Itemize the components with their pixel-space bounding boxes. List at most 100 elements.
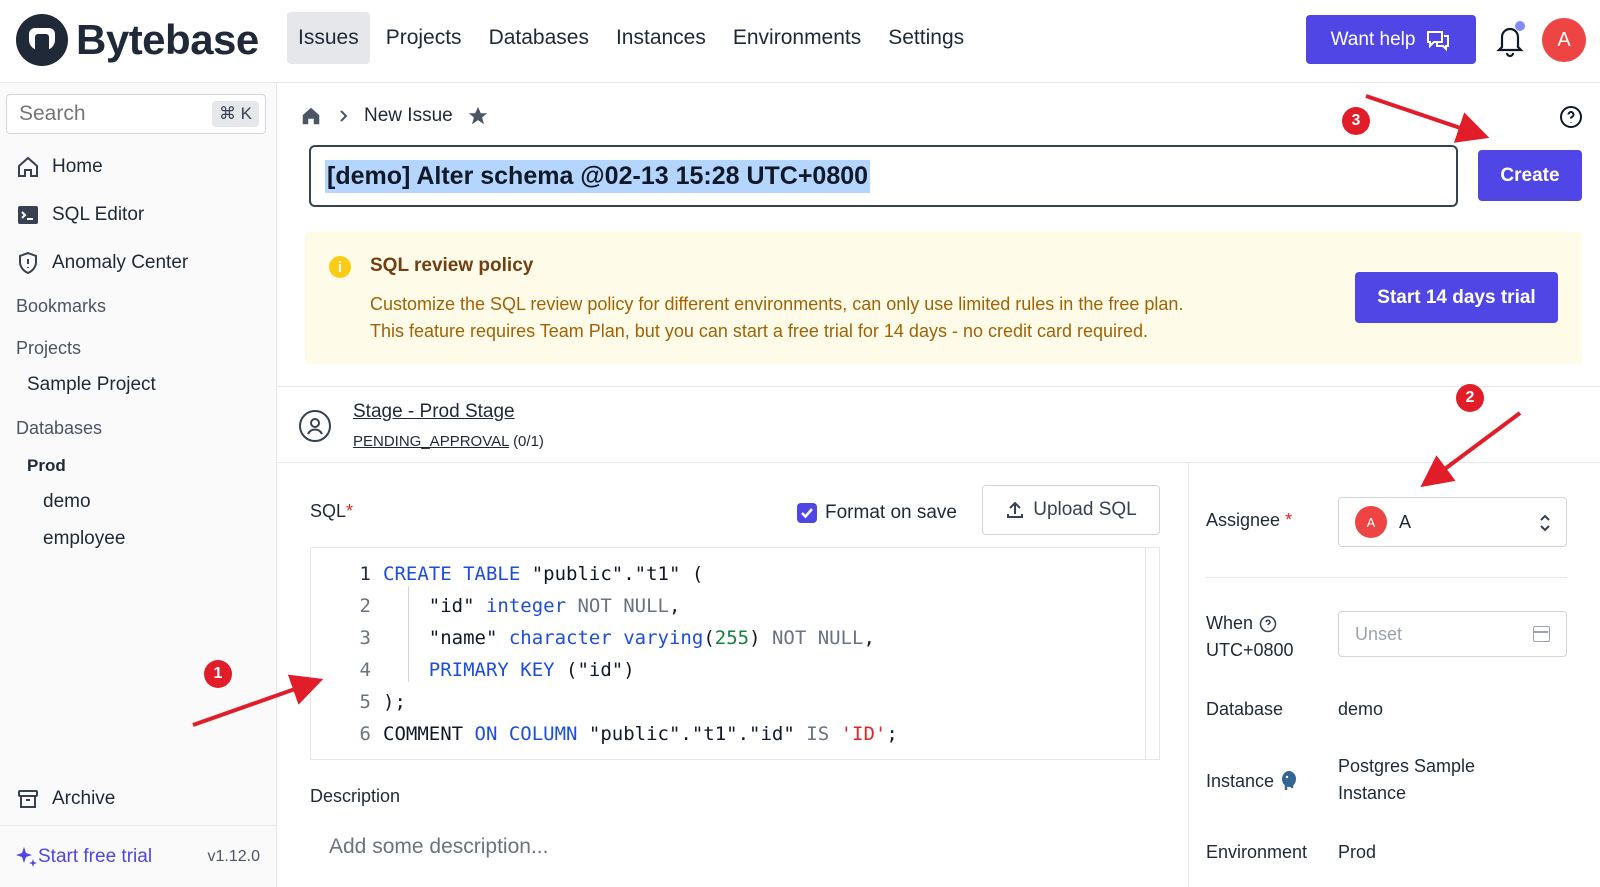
assignee-label-text: Assignee (1206, 510, 1281, 530)
stage-title-link[interactable]: Stage - Prod Stage (353, 401, 515, 423)
code-token: PRIMARY KEY (428, 659, 555, 681)
nav-databases[interactable]: Databases (478, 12, 600, 64)
sidebar-env-prod[interactable]: Prod (27, 456, 66, 476)
nav-issues[interactable]: Issues (287, 12, 370, 64)
issue-title-text: [demo] Alter schema @02-13 15:28 UTC+080… (325, 159, 871, 193)
sidebar-item-home[interactable]: Home (16, 155, 103, 179)
when-timezone: UTC+0800 (1206, 640, 1294, 660)
when-placeholder: Unset (1355, 623, 1403, 644)
start-free-trial-label: Start free trial (38, 846, 153, 867)
star-icon[interactable] (467, 105, 489, 127)
code-token: "name" (383, 627, 509, 649)
breadcrumb: New Issue (300, 105, 503, 127)
code-token: 'ID' (840, 723, 887, 745)
sidebar-db-demo[interactable]: demo (43, 491, 91, 513)
search-input[interactable] (19, 102, 199, 126)
banner-title: SQL review policy (370, 255, 534, 276)
bytebase-logo[interactable]: Bytebase (16, 14, 259, 66)
sidebar-item-anomaly-center[interactable]: Anomaly Center (16, 251, 188, 275)
divider (277, 386, 1600, 387)
code-token: "public"."t1"."id" (577, 723, 807, 745)
code-text: PRIMARY KEY ("id") (383, 654, 635, 686)
sidebar: ⌘ K Home SQL Editor Anomaly Center Bookm… (0, 83, 277, 887)
code-token: "id" (383, 595, 486, 617)
shield-icon (19, 251, 37, 275)
code-text: "id" integer NOT NULL, (383, 590, 681, 622)
issue-title-input[interactable]: [demo] Alter schema @02-13 15:28 UTC+080… (309, 145, 1458, 207)
sidebar-item-sql-editor[interactable]: SQL Editor (16, 203, 144, 227)
sql-editor[interactable]: 1 CREATE TABLE "public"."t1" (2 "id" inte… (310, 547, 1160, 760)
create-button[interactable]: Create (1478, 150, 1582, 201)
when-label: When (1206, 613, 1277, 634)
panel-divider (1188, 463, 1189, 887)
question-icon[interactable] (1559, 105, 1583, 129)
code-token: ); (383, 691, 406, 713)
calendar-icon (1533, 626, 1550, 642)
start-free-trial-link[interactable]: Start free trial (14, 845, 152, 869)
code-token: character varying (508, 627, 704, 649)
instance-value-line-2[interactable]: Instance (1338, 783, 1406, 804)
code-token: 255 (714, 627, 750, 649)
assignee-label: Assignee * (1206, 510, 1292, 531)
main-nav: Issues Projects Databases Instances Envi… (287, 12, 980, 64)
chevron-updown-icon (1540, 514, 1550, 532)
assignee-name: A (1399, 511, 1412, 532)
line-number: 2 (359, 595, 371, 617)
search-box[interactable]: ⌘ K (6, 94, 266, 134)
required-mark: * (346, 501, 354, 521)
format-on-save-label: Format on save (825, 502, 957, 523)
nav-projects[interactable]: Projects (375, 12, 473, 64)
logo-icon (16, 14, 68, 66)
sidebar-item-label: Archive (52, 788, 116, 809)
assignee-select[interactable]: A A (1338, 497, 1567, 547)
info-icon: i (329, 256, 351, 278)
annotation-marker-2: 2 (1456, 384, 1484, 412)
question-icon[interactable] (1259, 615, 1277, 633)
description-input[interactable]: Add some description... (329, 835, 548, 859)
sidebar-item-label: Anomaly Center (52, 252, 189, 273)
database-value[interactable]: demo (1338, 699, 1383, 720)
user-avatar[interactable]: A (1542, 18, 1586, 62)
want-help-button[interactable]: Want help (1306, 15, 1476, 64)
nav-instances[interactable]: Instances (605, 12, 717, 64)
nav-settings[interactable]: Settings (877, 12, 975, 64)
format-on-save-toggle[interactable]: Format on save (797, 502, 957, 524)
start-trial-button[interactable]: Start 14 days trial (1355, 272, 1558, 323)
app-version: v1.12.0 (207, 848, 260, 865)
home-icon[interactable] (300, 105, 322, 127)
code-token: IS (806, 723, 830, 745)
divider (1206, 577, 1567, 578)
code-text: "name" character varying(255) NOT NULL, (383, 622, 875, 654)
code-token: COMMENT (383, 723, 475, 745)
chevron-right-icon (340, 110, 348, 122)
code-token: NOT NULL (771, 627, 864, 649)
code-text: ); (383, 686, 406, 718)
bell-icon[interactable] (1494, 20, 1526, 58)
database-label: Database (1206, 699, 1284, 719)
upload-icon (1007, 501, 1024, 518)
code-token: , (668, 595, 681, 617)
sidebar-project-item[interactable]: Sample Project (27, 374, 156, 396)
chat-icon (1427, 30, 1450, 51)
editor-scrollbar[interactable] (1145, 548, 1146, 759)
divider (277, 462, 1600, 463)
stage-status-label[interactable]: PENDING_APPROVAL (353, 433, 509, 450)
sql-label: SQL* (310, 501, 353, 522)
check-icon (801, 508, 813, 519)
stage-progress: (0/1) (513, 433, 544, 450)
bookmarks-heading: Bookmarks (16, 296, 107, 316)
sparkle-icon (16, 847, 37, 867)
environment-value[interactable]: Prod (1338, 842, 1376, 863)
sidebar-item-archive[interactable]: Archive (16, 787, 115, 811)
when-date-input[interactable]: Unset (1338, 611, 1567, 657)
upload-sql-button[interactable]: Upload SQL (982, 485, 1160, 535)
nav-environments[interactable]: Environments (722, 12, 872, 64)
databases-heading: Databases (16, 418, 103, 438)
instance-value-line-1[interactable]: Postgres Sample (1338, 756, 1475, 777)
code-token: NOT NULL (566, 595, 669, 617)
sidebar-db-employee[interactable]: employee (43, 528, 125, 550)
search-shortcut: ⌘ K (211, 101, 259, 127)
archive-icon (18, 790, 38, 808)
format-on-save-checkbox[interactable] (797, 503, 817, 523)
